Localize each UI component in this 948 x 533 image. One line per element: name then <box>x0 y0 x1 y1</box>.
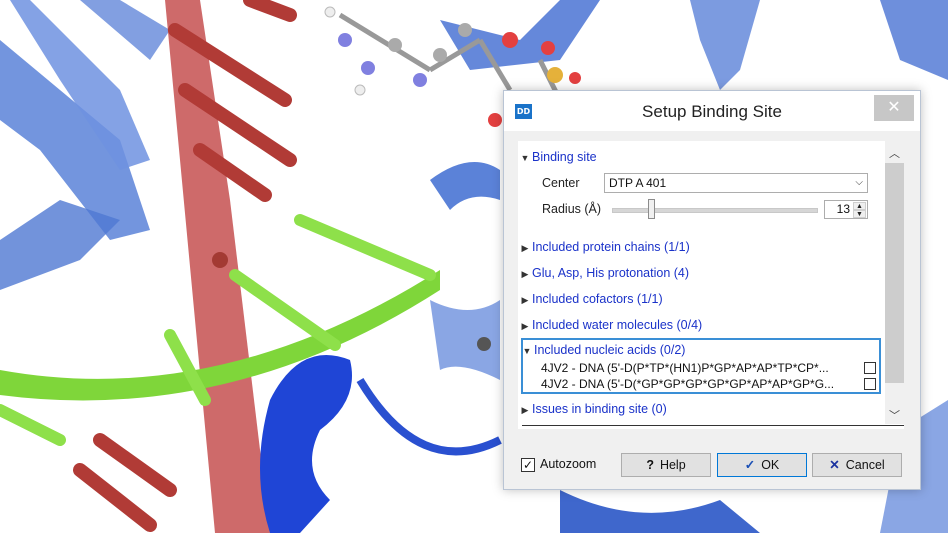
protein-loop <box>356 377 502 456</box>
collapsed-arrow-icon: ▶ <box>521 295 529 305</box>
vertical-scrollbar[interactable]: ︿ ﹀ <box>885 141 904 424</box>
help-button[interactable]: ? Help <box>621 453 711 477</box>
atom <box>212 252 228 268</box>
radius-spinbox[interactable]: 13 ▲ ▼ <box>824 200 868 219</box>
collapsed-arrow-icon: ▶ <box>521 405 529 415</box>
cancel-button[interactable]: ✕ Cancel <box>812 453 902 477</box>
section-issues[interactable]: ▶ Issues in binding site (0) <box>518 399 667 419</box>
ok-button-label: OK <box>761 458 780 472</box>
cancel-x-icon: ✕ <box>829 458 840 472</box>
protein-ribbon <box>430 162 500 210</box>
spin-up-icon[interactable]: ▲ <box>853 202 866 210</box>
setup-binding-site-dialog: DD Setup Binding Site ✕ ▼ Binding site Ce… <box>503 90 921 490</box>
center-label: Center <box>542 176 580 190</box>
section-nucleic-acids-header[interactable]: ▼ Included nucleic acids (0/2) <box>520 340 686 360</box>
scrollbar-thumb[interactable] <box>885 163 904 383</box>
section-binding-site[interactable]: ▼ Binding site <box>518 147 597 167</box>
collapsed-arrow-icon: ▶ <box>521 243 529 253</box>
section-water-molecules-label: Included water molecules (0/4) <box>532 318 703 332</box>
nucleic-acid-item: 4JV2 - DNA (5'-D(P*TP*(HN1)P*GP*AP*AP*TP… <box>541 361 829 375</box>
ok-check-icon: ✓ <box>744 458 756 472</box>
spin-down-icon[interactable]: ▼ <box>853 210 866 218</box>
expanded-arrow-icon: ▼ <box>522 346 532 356</box>
protein-ribbon <box>880 0 948 80</box>
section-cofactors-label: Included cofactors (1/1) <box>532 292 663 306</box>
nucleic-acid-checkbox[interactable] <box>864 378 876 390</box>
section-binding-site-label: Binding site <box>532 150 597 164</box>
section-water-molecules[interactable]: ▶ Included water molecules (0/4) <box>518 315 703 335</box>
close-icon: ✕ <box>887 99 901 116</box>
help-button-label: Help <box>659 458 686 472</box>
radius-slider-thumb[interactable] <box>648 199 655 219</box>
nucleic-acid-item: 4JV2 - DNA (5'-D(*GP*GP*GP*GP*GP*AP*AP*G… <box>541 377 835 391</box>
radius-slider-track[interactable] <box>612 208 818 213</box>
radius-value: 13 <box>836 202 850 216</box>
protein-ribbon <box>690 0 760 90</box>
section-cofactors[interactable]: ▶ Included cofactors (1/1) <box>518 289 663 309</box>
help-icon: ? <box>646 458 654 472</box>
section-nucleic-acids[interactable]: ▼ Included nucleic acids (0/2) 4JV2 - DNA… <box>521 338 881 394</box>
section-protein-chains-label: Included protein chains (1/1) <box>532 240 690 254</box>
radius-label: Radius (Å) <box>542 202 602 216</box>
dialog-title: Setup Binding Site <box>642 102 782 121</box>
section-nucleic-acids-label: Included nucleic acids (0/2) <box>534 343 686 357</box>
collapsed-arrow-icon: ▶ <box>521 321 529 331</box>
dialog-titlebar[interactable]: DD Setup Binding Site ✕ <box>504 91 920 131</box>
protein-helix <box>260 355 352 533</box>
scroll-up-icon[interactable]: ︿ <box>885 145 904 161</box>
cancel-button-label: Cancel <box>845 458 885 472</box>
protein-ribbon <box>80 0 170 60</box>
section-issues-label: Issues in binding site (0) <box>532 402 667 416</box>
center-dropdown[interactable]: DTP A 401 ⌵ <box>604 173 868 193</box>
autozoom-checkbox[interactable]: ✓ <box>521 458 535 472</box>
atom <box>477 337 491 351</box>
protein-ribbon <box>560 490 760 533</box>
collapsed-arrow-icon: ▶ <box>521 269 529 279</box>
divider <box>522 425 904 426</box>
nucleic-acid-checkbox[interactable] <box>864 362 876 374</box>
close-button[interactable]: ✕ <box>874 95 914 121</box>
center-dropdown-value: DTP A 401 <box>609 176 667 190</box>
scroll-down-icon[interactable]: ﹀ <box>885 407 904 423</box>
binding-site-panel: ▼ Binding site Center DTP A 401 ⌵ Radius … <box>518 141 904 429</box>
chevron-down-icon: ⌵ <box>855 177 863 188</box>
section-protein-chains[interactable]: ▶ Included protein chains (1/1) <box>518 237 690 257</box>
section-protonation[interactable]: ▶ Glu, Asp, His protonation (4) <box>518 263 690 283</box>
ok-button[interactable]: ✓ OK <box>717 453 807 477</box>
expanded-arrow-icon: ▼ <box>520 153 530 163</box>
check-icon: ✓ <box>522 458 534 472</box>
autozoom-label[interactable]: Autozoom <box>540 457 596 471</box>
section-protonation-label: Glu, Asp, His protonation (4) <box>532 266 690 280</box>
